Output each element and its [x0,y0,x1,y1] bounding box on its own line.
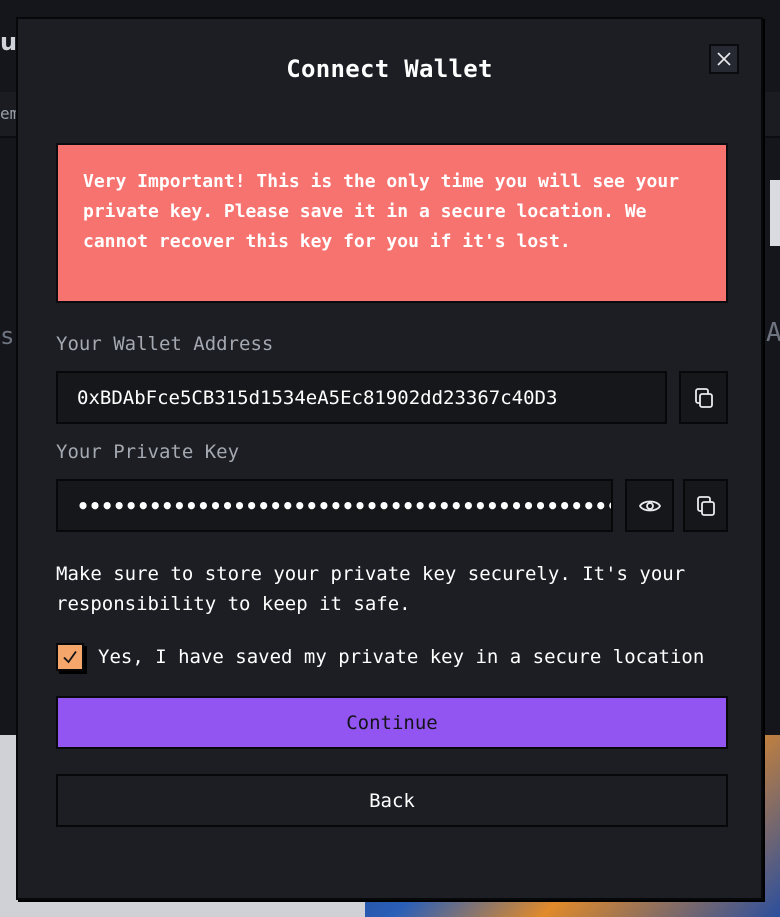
copy-address-button[interactable] [679,371,728,424]
copy-icon [696,495,715,516]
background-card-edge [770,180,780,246]
close-button[interactable] [709,44,739,74]
confirm-saved-checkbox[interactable] [56,643,84,671]
continue-button[interactable]: Continue [56,696,728,749]
copy-private-key-button[interactable] [683,479,728,532]
confirm-saved-row: Yes, I have saved my private key in a se… [56,643,704,671]
wallet-address-field[interactable]: 0xBDAbFce5CB315d1534eA5Ec81902dd23367c40… [56,371,667,424]
eye-icon [638,500,661,511]
background-right-fragment: A [766,318,780,348]
security-notice: Make sure to store your private key secu… [56,563,686,615]
wallet-address-label: Your Wallet Address [56,333,274,355]
close-icon [717,52,731,66]
modal-title: Connect Wallet [286,55,493,83]
background-left-fragment: s [0,322,15,350]
private-key-label: Your Private Key [56,441,240,463]
private-key-warning: Very Important! This is the only time yo… [56,143,728,303]
show-private-key-button[interactable] [625,479,674,532]
private-key-field[interactable]: ••••••••••••••••••••••••••••••••••••••••… [56,479,613,532]
checkmark-icon [63,650,77,664]
background-title-fragment: u [0,28,18,56]
connect-wallet-modal: Connect Wallet Very Important! This is t… [16,17,763,900]
copy-icon [694,387,713,408]
confirm-saved-label[interactable]: Yes, I have saved my private key in a se… [98,646,704,668]
back-button[interactable]: Back [56,774,728,827]
